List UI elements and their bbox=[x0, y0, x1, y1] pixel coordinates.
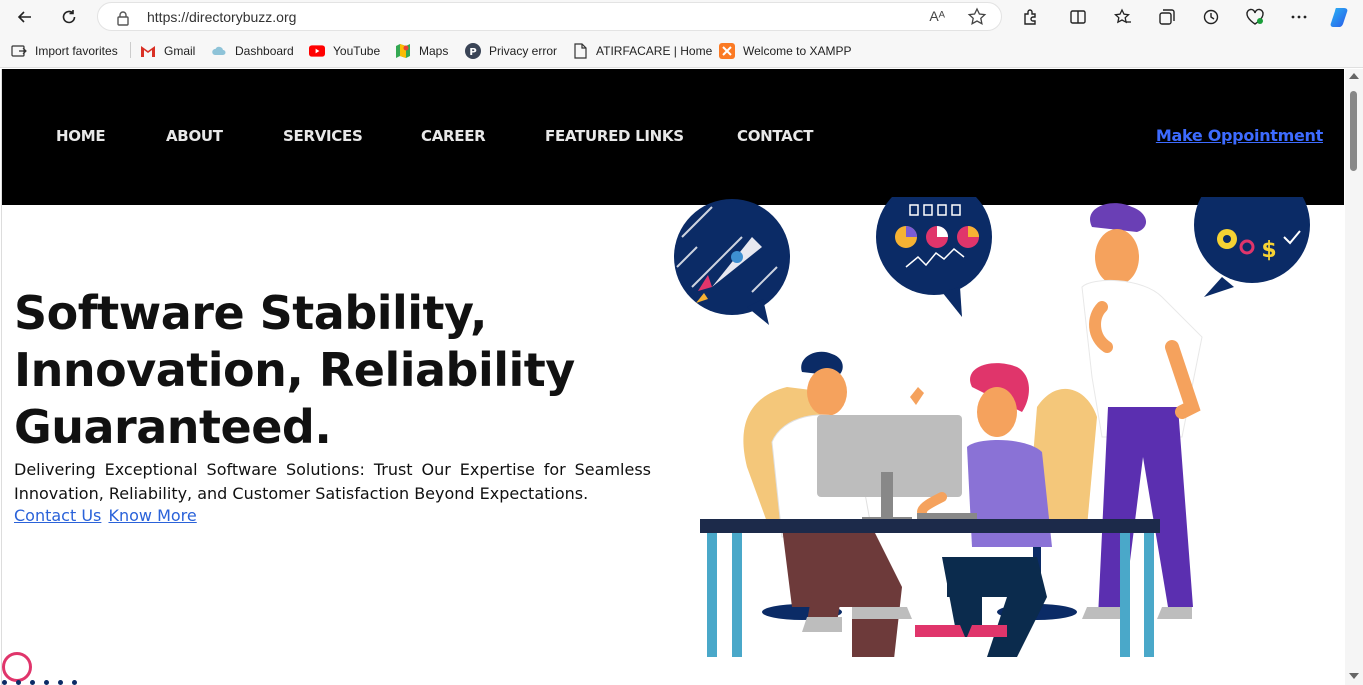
p-icon: P bbox=[465, 43, 481, 59]
xampp-icon bbox=[719, 43, 735, 59]
page-scrollbar[interactable] bbox=[1345, 69, 1363, 685]
browser-essentials-icon[interactable] bbox=[1241, 3, 1269, 31]
nav-home[interactable]: HOME bbox=[56, 127, 106, 145]
scroll-thumb[interactable] bbox=[1350, 91, 1357, 171]
url-text[interactable]: https://directorybuzz.org bbox=[147, 9, 296, 25]
bookmark-import-favorites[interactable]: Import favorites bbox=[11, 42, 118, 60]
extensions-icon[interactable] bbox=[1016, 3, 1044, 31]
maps-icon bbox=[395, 43, 411, 59]
web-page: HOME ABOUT SERVICES CAREER FEATURED LINK… bbox=[1, 69, 1344, 685]
page-icon bbox=[572, 43, 588, 59]
bookmark-dashboard[interactable]: Dashboard bbox=[211, 42, 294, 60]
more-icon[interactable] bbox=[1285, 3, 1313, 31]
nav-about[interactable]: ABOUT bbox=[166, 127, 223, 145]
bookmark-label: YouTube bbox=[333, 44, 381, 58]
rocket-bubble bbox=[674, 199, 790, 325]
bookmark-xampp[interactable]: Welcome to XAMPP bbox=[719, 42, 851, 60]
hero-subtitle: Delivering Exceptional Software Solution… bbox=[14, 460, 651, 503]
site-nav: HOME ABOUT SERVICES CAREER FEATURED LINK… bbox=[2, 69, 1344, 205]
bookmarks-bar: Import favorites Gmail Dashboard YouTube… bbox=[0, 33, 1363, 68]
decorative-circle bbox=[2, 652, 32, 682]
bookmark-label: Import favorites bbox=[35, 44, 118, 58]
chart-bubble bbox=[876, 197, 992, 317]
bookmark-maps[interactable]: Maps bbox=[395, 42, 448, 60]
favorites-icon[interactable] bbox=[1109, 3, 1137, 31]
bookmark-label: Dashboard bbox=[235, 44, 294, 58]
back-icon[interactable] bbox=[11, 3, 39, 31]
hero-links: Contact Us Know More bbox=[14, 506, 199, 525]
sitting-woman bbox=[915, 363, 1052, 657]
standing-person bbox=[1081, 203, 1203, 619]
youtube-icon bbox=[309, 43, 325, 59]
browser-toolbar: https://directorybuzz.org Aᴬ bbox=[0, 0, 1363, 33]
svg-text:$: $ bbox=[1261, 238, 1276, 263]
gmail-icon bbox=[140, 43, 156, 59]
copilot-icon[interactable] bbox=[1327, 3, 1355, 31]
cloud-icon bbox=[211, 43, 227, 59]
lock-icon[interactable] bbox=[116, 10, 130, 30]
history-icon[interactable] bbox=[1197, 3, 1225, 31]
bookmark-atirfacare[interactable]: ATIRFACARE | Home bbox=[572, 42, 712, 60]
refresh-icon[interactable] bbox=[55, 3, 83, 31]
know-more-link[interactable]: Know More bbox=[108, 506, 196, 525]
bookmark-privacy-error[interactable]: P Privacy error bbox=[465, 42, 557, 60]
bookmark-label: ATIRFACARE | Home bbox=[596, 44, 713, 58]
scroll-down-arrow-icon[interactable] bbox=[1349, 673, 1359, 679]
hero-illustration: $ bbox=[674, 197, 1310, 657]
finance-bubble: $ bbox=[1194, 197, 1310, 297]
import-icon bbox=[11, 43, 27, 59]
address-bar[interactable]: https://directorybuzz.org Aᴬ bbox=[97, 2, 1002, 31]
bookmark-youtube[interactable]: YouTube bbox=[309, 42, 380, 60]
make-appointment-link[interactable]: Make Oppointment bbox=[1156, 126, 1323, 145]
bookmark-gmail[interactable]: Gmail bbox=[140, 42, 195, 60]
bookmark-label: Gmail bbox=[164, 44, 196, 58]
bookmark-separator bbox=[130, 42, 131, 58]
nav-contact[interactable]: CONTACT bbox=[737, 127, 813, 145]
split-screen-icon[interactable] bbox=[1064, 3, 1092, 31]
read-aloud-icon[interactable]: Aᴬ bbox=[929, 8, 945, 24]
nav-featured-links[interactable]: FEATURED LINKS bbox=[545, 127, 684, 145]
nav-services[interactable]: SERVICES bbox=[283, 127, 363, 145]
hero-title: Software Stability, Innovation, Reliabil… bbox=[14, 286, 575, 454]
bookmark-label: Welcome to XAMPP bbox=[743, 44, 852, 58]
contact-us-link[interactable]: Contact Us bbox=[14, 506, 101, 525]
favorite-star-icon[interactable] bbox=[967, 7, 987, 31]
bookmark-label: Privacy error bbox=[489, 44, 558, 58]
decorative-dots bbox=[2, 680, 77, 685]
nav-career[interactable]: CAREER bbox=[421, 127, 486, 145]
collections-icon[interactable] bbox=[1153, 3, 1181, 31]
bookmark-label: Maps bbox=[419, 44, 449, 58]
scroll-up-arrow-icon[interactable] bbox=[1349, 73, 1359, 79]
svg-text:P: P bbox=[469, 47, 476, 58]
